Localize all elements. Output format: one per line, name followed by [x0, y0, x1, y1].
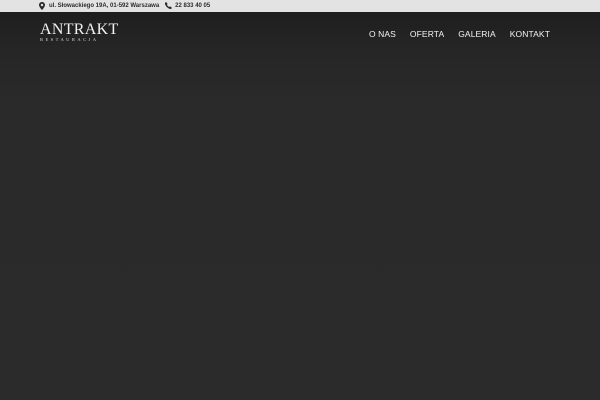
nav-item-kontakt[interactable]: KONTAKT	[510, 29, 550, 40]
logo[interactable]: ANTRAKT RESTAURACJA	[40, 21, 119, 43]
main-navigation: O NAS OFERTA GALERIA KONTAKT	[369, 29, 550, 40]
phone-text[interactable]: 22 833 40 05	[175, 0, 210, 12]
nav-item-galeria[interactable]: GALERIA	[458, 29, 496, 40]
nav-item-oferta[interactable]: OFERTA	[410, 29, 444, 40]
nav-item-o-nas[interactable]: O NAS	[369, 29, 396, 40]
contact-info: ul. Słowackiego 19A, 01-592 Warszawa 22 …	[39, 0, 210, 12]
address-item: ul. Słowackiego 19A, 01-592 Warszawa	[39, 0, 159, 12]
address-text: ul. Słowackiego 19A, 01-592 Warszawa	[49, 3, 160, 9]
map-marker-icon	[39, 2, 46, 10]
phone-item[interactable]: 22 833 40 05	[165, 0, 210, 12]
logo-title: ANTRAKT	[40, 21, 119, 38]
hero-section	[0, 12, 600, 400]
top-info-bar: ul. Słowackiego 19A, 01-592 Warszawa 22 …	[0, 0, 600, 12]
phone-icon	[165, 2, 173, 10]
